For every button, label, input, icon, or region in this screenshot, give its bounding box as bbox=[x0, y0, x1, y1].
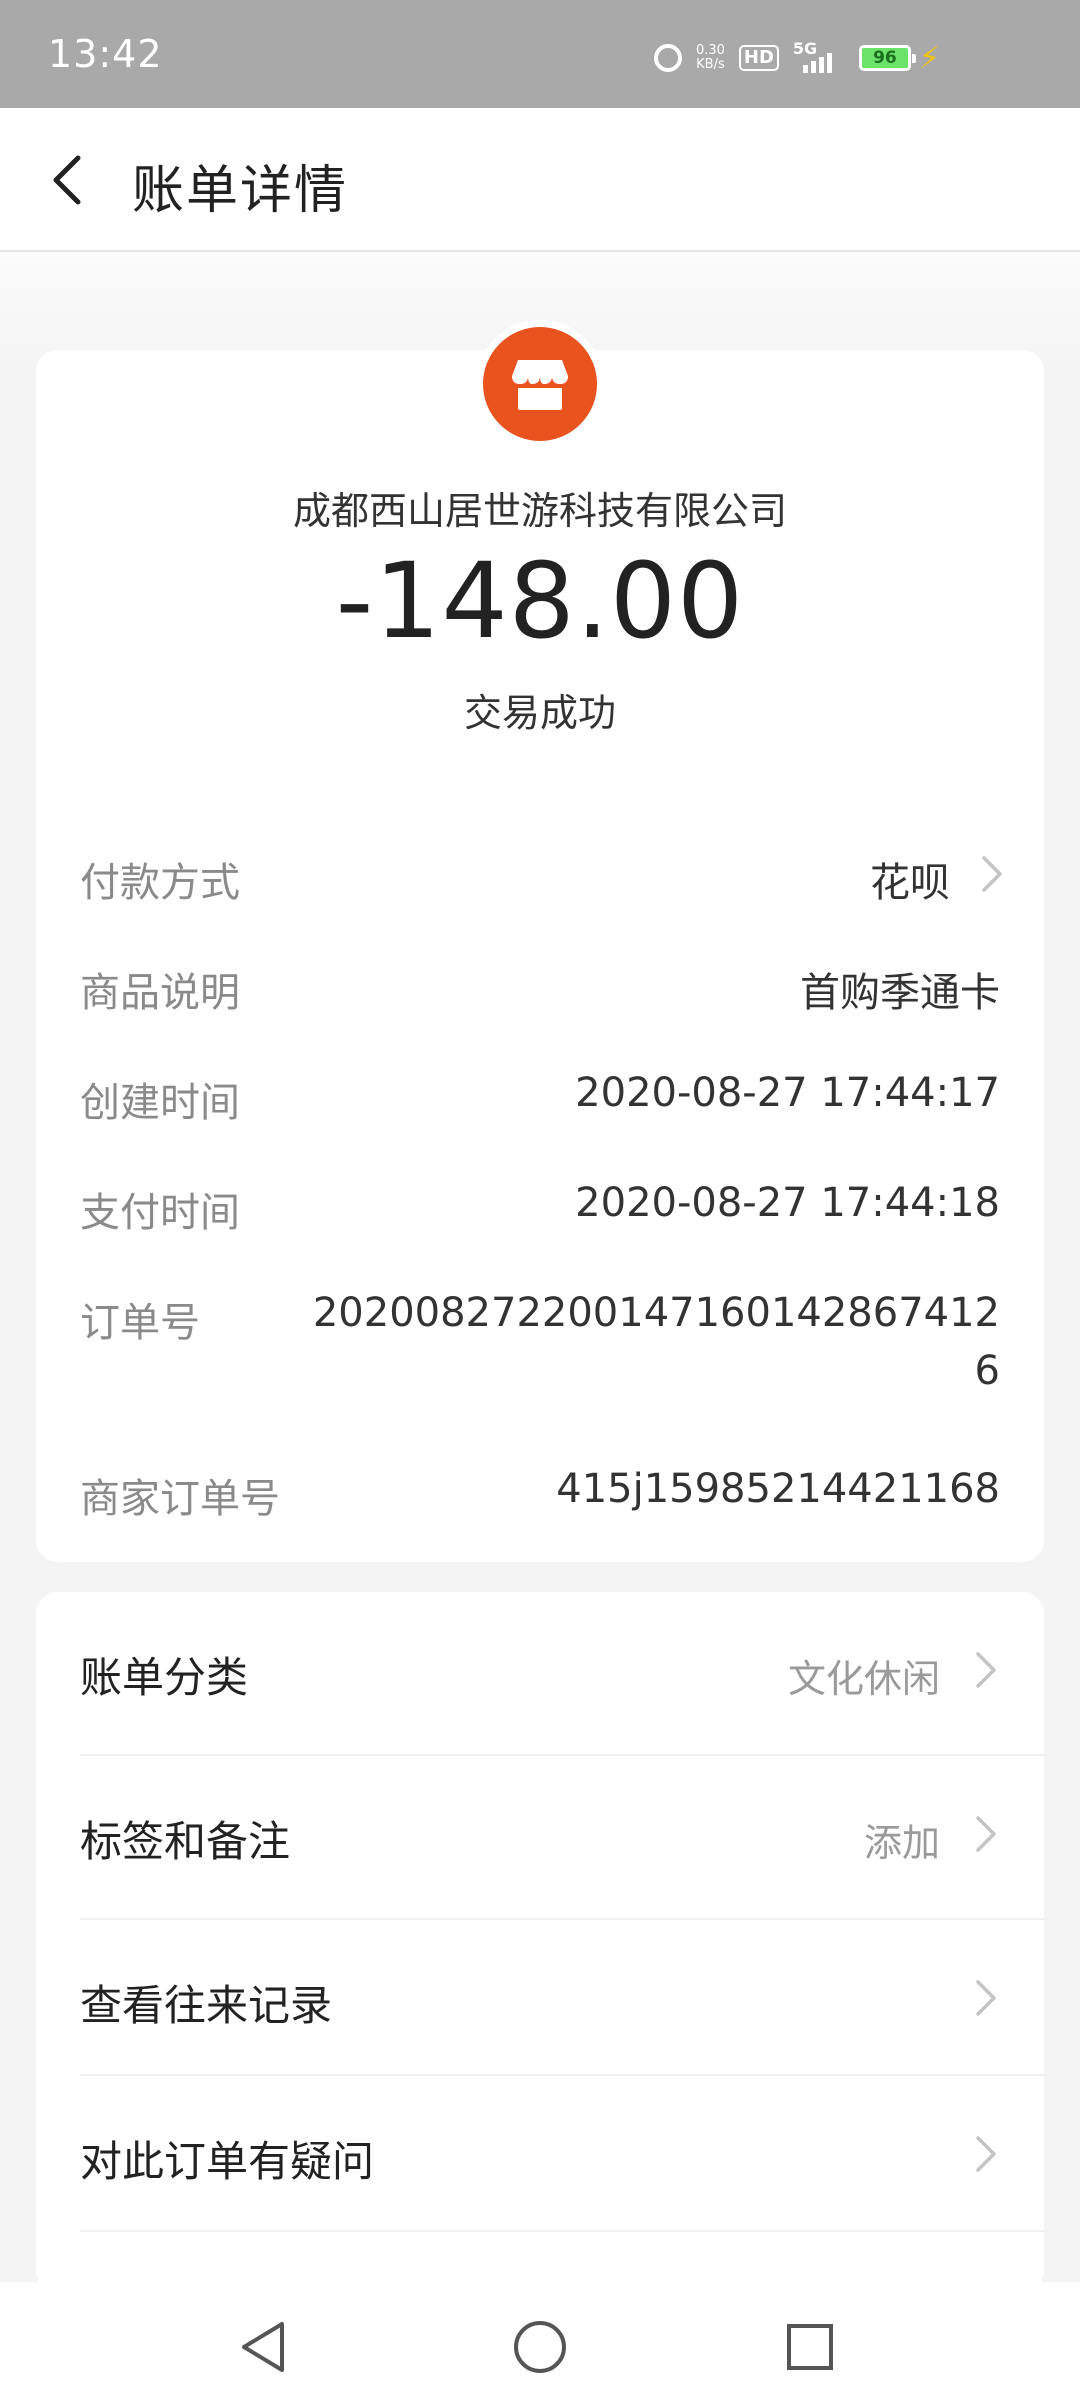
charging-icon: ⚡ bbox=[918, 40, 940, 76]
signal-icon: 5G bbox=[793, 39, 845, 75]
network-speed-value: 0.30 bbox=[695, 43, 725, 58]
detail-label: 支付时间 bbox=[80, 1190, 240, 1236]
nav-recents-icon[interactable] bbox=[775, 2312, 845, 2382]
shop-icon bbox=[483, 327, 597, 441]
action-label: 标签和备注 bbox=[80, 1817, 291, 1866]
network-speed: 0.30 KB/s bbox=[696, 44, 725, 72]
hd-badge: HD bbox=[738, 45, 779, 71]
status-icons: 0.30 KB/s HD 5G 96 ⚡ bbox=[653, 38, 940, 78]
system-nav-bar bbox=[0, 2282, 1080, 2408]
action-label: 查看往来记录 bbox=[80, 1981, 333, 2030]
status-bar: 13:42 0.30 KB/s HD 5G 96 ⚡ bbox=[0, 0, 1080, 108]
merchant-name: 成都西山居世游科技有限公司 bbox=[292, 489, 787, 533]
action-label: 账单分类 bbox=[80, 1653, 249, 1702]
detail-value: 花呗 bbox=[870, 860, 950, 906]
detail-value: 2020-08-27 17:44:18 bbox=[575, 1180, 1000, 1226]
transaction-amount: -148.00 bbox=[335, 540, 745, 662]
merchant-logo bbox=[476, 320, 604, 448]
chevron-right-icon bbox=[970, 1648, 1000, 1696]
app-bar: 账单详情 bbox=[0, 108, 1080, 252]
network-speed-unit: KB/s bbox=[696, 57, 725, 72]
signal-bars bbox=[802, 53, 832, 73]
battery-icon: 96 bbox=[858, 45, 916, 71]
order-question-row[interactable]: 对此订单有疑问 bbox=[80, 2076, 1044, 2232]
nav-back-icon[interactable] bbox=[230, 2312, 300, 2382]
view-history-row[interactable]: 查看往来记录 bbox=[80, 1920, 1044, 2076]
actions-card: 账单分类 文化休闲 标签和备注 添加 查看往来记录 对此订单有疑问 bbox=[36, 1592, 1044, 2292]
detail-label: 商品说明 bbox=[80, 970, 240, 1016]
detail-label: 商家订单号 bbox=[80, 1476, 280, 1522]
detail-label: 创建时间 bbox=[80, 1080, 240, 1126]
tags-and-notes-row[interactable]: 标签和备注 添加 bbox=[80, 1756, 1044, 1920]
bill-category-row[interactable]: 账单分类 文化休闲 bbox=[80, 1592, 1044, 1756]
action-label: 对此订单有疑问 bbox=[80, 2137, 375, 2186]
chevron-right-icon bbox=[976, 852, 1006, 906]
page-title: 账单详情 bbox=[132, 161, 349, 221]
status-time: 13:42 bbox=[48, 32, 163, 76]
back-arrow-icon[interactable] bbox=[42, 152, 98, 208]
action-value: 添加 bbox=[863, 1821, 940, 1865]
detail-value: 2020082722001471601428674126 bbox=[312, 1290, 1000, 1394]
detail-label: 付款方式 bbox=[80, 860, 240, 906]
detail-label: 订单号 bbox=[80, 1300, 200, 1346]
chevron-right-icon bbox=[970, 1976, 1000, 2024]
detail-value: 首购季通卡 bbox=[800, 970, 1000, 1016]
action-value: 文化休闲 bbox=[787, 1657, 940, 1701]
chevron-right-icon bbox=[970, 1812, 1000, 1860]
chevron-right-icon bbox=[970, 2132, 1000, 2180]
transaction-card: 成都西山居世游科技有限公司 -148.00 交易成功 付款方式 花呗 商品说明 … bbox=[36, 320, 1044, 1562]
alarm-icon bbox=[653, 44, 682, 72]
detail-value: 2020-08-27 17:44:17 bbox=[575, 1070, 1000, 1116]
transaction-status: 交易成功 bbox=[463, 691, 616, 735]
nav-home-icon[interactable] bbox=[505, 2312, 575, 2382]
detail-value: 415j15985214421168 bbox=[556, 1466, 1000, 1512]
